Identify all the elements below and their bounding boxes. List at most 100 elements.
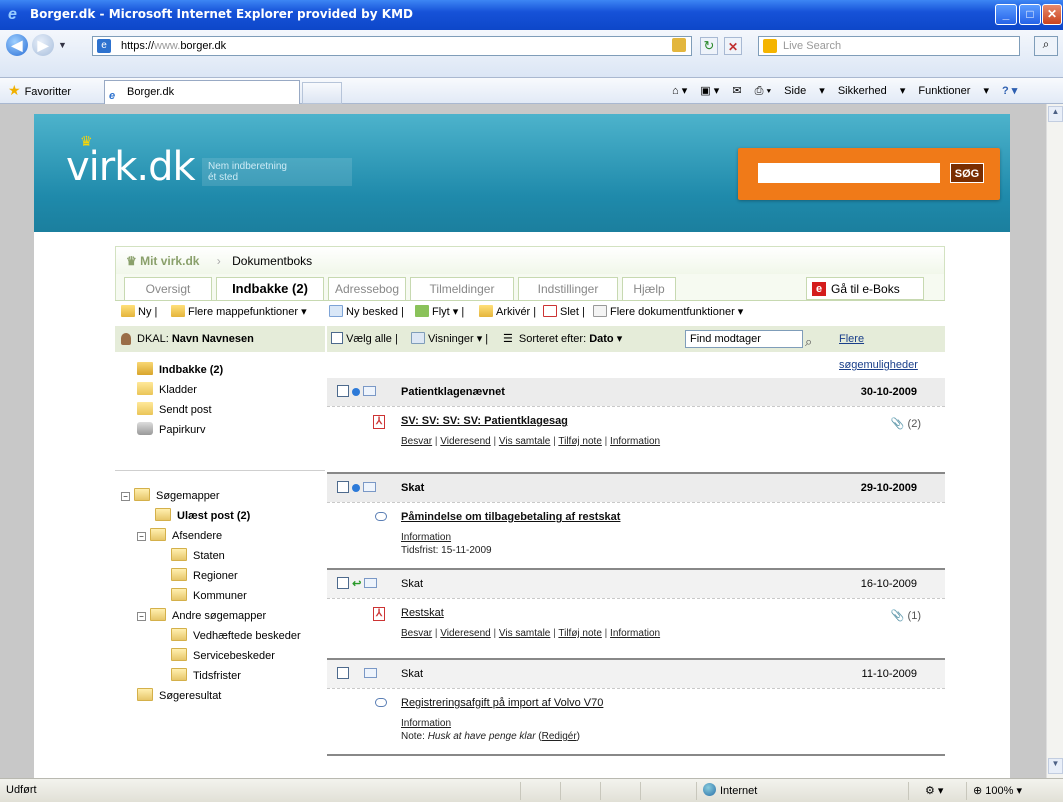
message-item[interactable]: Skat 11-10-2009 Registreringsafgift på i… bbox=[327, 660, 945, 754]
conversation-link[interactable]: Vis samtale bbox=[499, 436, 551, 447]
folder-state[interactable]: Staten bbox=[171, 548, 225, 564]
collapse-icon[interactable]: − bbox=[137, 532, 146, 541]
move-button[interactable]: Flyt ▾ | bbox=[415, 301, 464, 323]
folder-municipalities[interactable]: Kommuner bbox=[171, 588, 247, 604]
message-header[interactable]: Patientklagenævnet 30-10-2009 bbox=[327, 378, 945, 406]
message-subject-link[interactable]: SV: SV: SV: SV: Patientklagesag bbox=[401, 415, 568, 427]
folder-other-search[interactable]: − Andre søgemapper bbox=[137, 608, 266, 624]
live-search-input[interactable]: Live Search bbox=[758, 36, 1020, 56]
refresh-button[interactable]: ↻ bbox=[700, 37, 718, 55]
information-link[interactable]: Information bbox=[610, 628, 660, 639]
scroll-up-icon[interactable]: ▲ bbox=[1048, 106, 1063, 122]
message-checkbox[interactable] bbox=[337, 667, 349, 679]
find-recipient-input[interactable]: Find modtager bbox=[685, 330, 803, 348]
tab-oversigt[interactable]: Oversigt bbox=[124, 277, 212, 300]
site-search-button[interactable]: SØG bbox=[950, 163, 984, 183]
tab-adressebog[interactable]: Adressebog bbox=[328, 277, 406, 300]
tab-hjaelp[interactable]: Hjælp bbox=[622, 277, 676, 300]
mail-icon[interactable]: ✉ bbox=[732, 85, 741, 97]
reply-link[interactable]: Besvar bbox=[401, 436, 432, 447]
new-message-button[interactable]: Ny besked | bbox=[329, 301, 404, 323]
message-header[interactable]: Skat 29-10-2009 bbox=[327, 474, 945, 502]
message-checkbox[interactable] bbox=[337, 577, 349, 589]
eboks-button[interactable]: e Gå til e-Boks bbox=[806, 277, 924, 300]
stop-button[interactable]: ✕ bbox=[724, 37, 742, 55]
home-icon[interactable]: ⌂ ▾ bbox=[672, 85, 687, 97]
message-subject-link[interactable]: Restskat bbox=[401, 607, 444, 619]
message-checkbox[interactable] bbox=[337, 385, 349, 397]
reply-link[interactable]: Besvar bbox=[401, 628, 432, 639]
select-all[interactable]: Vælg alle | bbox=[331, 326, 398, 352]
cmd-side[interactable]: Side ▾ bbox=[784, 85, 825, 97]
cmd-security[interactable]: Sikkerhed ▾ bbox=[838, 85, 906, 97]
tab-indstillinger[interactable]: Indstillinger bbox=[518, 277, 618, 300]
folder-search-result[interactable]: Søgeresultat bbox=[137, 688, 221, 704]
conversation-link[interactable]: Vis samtale bbox=[499, 628, 551, 639]
add-note-link[interactable]: Tilføj note bbox=[558, 436, 602, 447]
folder-inbox[interactable]: Indbakke (2) bbox=[137, 362, 223, 378]
delete-button[interactable]: Slet | bbox=[543, 301, 585, 323]
views-dropdown[interactable]: Visninger ▾ | bbox=[411, 326, 488, 352]
message-header[interactable]: ↩ Skat 16-10-2009 bbox=[327, 570, 945, 598]
folder-trash[interactable]: Papirkurv bbox=[137, 422, 205, 438]
forward-link[interactable]: Videresend bbox=[440, 628, 490, 639]
folder-attached[interactable]: Vedhæftede beskeder bbox=[171, 628, 301, 644]
folder-service[interactable]: Servicebeskeder bbox=[171, 648, 275, 664]
search-icon[interactable]: ⌕ bbox=[805, 329, 821, 349]
folder-drafts[interactable]: Kladder bbox=[137, 382, 197, 398]
message-subject-link[interactable]: Påmindelse om tilbagebetaling af restska… bbox=[401, 511, 620, 523]
new-tab-button[interactable] bbox=[302, 82, 342, 104]
zoom-control[interactable]: ⊕ 100% ▾ bbox=[966, 782, 1062, 800]
help-icon[interactable]: ? ▾ bbox=[1002, 85, 1017, 97]
folder-regions[interactable]: Regioner bbox=[171, 568, 238, 584]
folder-deadlines[interactable]: Tidsfrister bbox=[171, 668, 241, 684]
browser-tab[interactable]: e Borger.dk bbox=[104, 80, 300, 104]
folder-search-folders[interactable]: − Søgemapper bbox=[121, 488, 220, 504]
close-button[interactable]: ✕ bbox=[1042, 4, 1062, 25]
message-item[interactable]: Skat 29-10-2009 Påmindelse om tilbagebet… bbox=[327, 474, 945, 568]
virk-logo[interactable]: ♛ virk.dk bbox=[66, 134, 196, 190]
folder-sent[interactable]: Sendt post bbox=[137, 402, 212, 418]
message-subject-link[interactable]: Registreringsafgift på import af Volvo V… bbox=[401, 697, 603, 709]
more-document-functions-button[interactable]: Flere dokumentfunktioner ▾ bbox=[593, 301, 743, 323]
lock-icon[interactable] bbox=[672, 38, 686, 52]
edit-note-link[interactable]: Redigér bbox=[542, 731, 577, 742]
minimize-button[interactable]: _ bbox=[995, 4, 1017, 25]
scroll-down-icon[interactable]: ▼ bbox=[1048, 758, 1063, 774]
site-search-input[interactable] bbox=[758, 163, 940, 183]
feeds-icon[interactable]: ▣ ▾ bbox=[700, 85, 719, 97]
more-search-link[interactable]: Flere søgemuligheder bbox=[839, 326, 945, 378]
maximize-button[interactable]: □ bbox=[1019, 4, 1041, 25]
address-field[interactable]: e https://www.borger.dk bbox=[92, 36, 692, 56]
select-all-checkbox[interactable] bbox=[331, 332, 343, 344]
sort-dropdown[interactable]: ☰ Sorteret efter: Dato ▾ bbox=[503, 326, 622, 352]
history-dropdown-icon[interactable]: ▼ bbox=[58, 40, 67, 50]
message-item[interactable]: Patientklagenævnet 30-10-2009 ⅄ SV: SV: … bbox=[327, 378, 945, 472]
back-button[interactable]: ◀ bbox=[6, 34, 28, 56]
collapse-icon[interactable]: − bbox=[121, 492, 130, 501]
print-icon[interactable]: ⎙ ▾ bbox=[755, 85, 771, 97]
message-checkbox[interactable] bbox=[337, 481, 349, 493]
search-button[interactable]: ⌕ bbox=[1034, 36, 1058, 56]
new-folder-button[interactable]: Ny | bbox=[121, 301, 157, 323]
folder-senders[interactable]: − Afsendere bbox=[137, 528, 222, 544]
tab-indbakke[interactable]: Indbakke (2) bbox=[216, 277, 324, 300]
message-header[interactable]: Skat 11-10-2009 bbox=[327, 660, 945, 688]
folder-unread[interactable]: Ulæst post (2) bbox=[155, 508, 250, 524]
information-link[interactable]: Information bbox=[610, 436, 660, 447]
more-folder-functions-button[interactable]: Flere mappefunktioner ▾ bbox=[171, 301, 307, 323]
forward-link[interactable]: Videresend bbox=[440, 436, 490, 447]
forward-button[interactable]: ▶ bbox=[32, 34, 54, 56]
breadcrumb-root[interactable]: ♛ Mit virk.dk bbox=[126, 254, 199, 268]
archive-button[interactable]: Arkivér | bbox=[479, 301, 536, 323]
collapse-icon[interactable]: − bbox=[137, 612, 146, 621]
cmd-functions[interactable]: Funktioner ▾ bbox=[918, 85, 989, 97]
tab-tilmeldinger[interactable]: Tilmeldinger bbox=[410, 277, 514, 300]
add-note-link[interactable]: Tilføj note bbox=[558, 628, 602, 639]
message-item[interactable]: ↩ Skat 16-10-2009 ⅄ Restskat 📎 (1) Besva… bbox=[327, 570, 945, 658]
information-link[interactable]: Information bbox=[401, 532, 451, 543]
vertical-scrollbar[interactable]: ▲ ▼ bbox=[1046, 104, 1063, 778]
favorites-button[interactable]: ★ Favoritter bbox=[8, 82, 71, 100]
protected-mode-button[interactable]: ⚙ ▾ bbox=[908, 782, 964, 800]
information-link[interactable]: Information bbox=[401, 718, 451, 729]
